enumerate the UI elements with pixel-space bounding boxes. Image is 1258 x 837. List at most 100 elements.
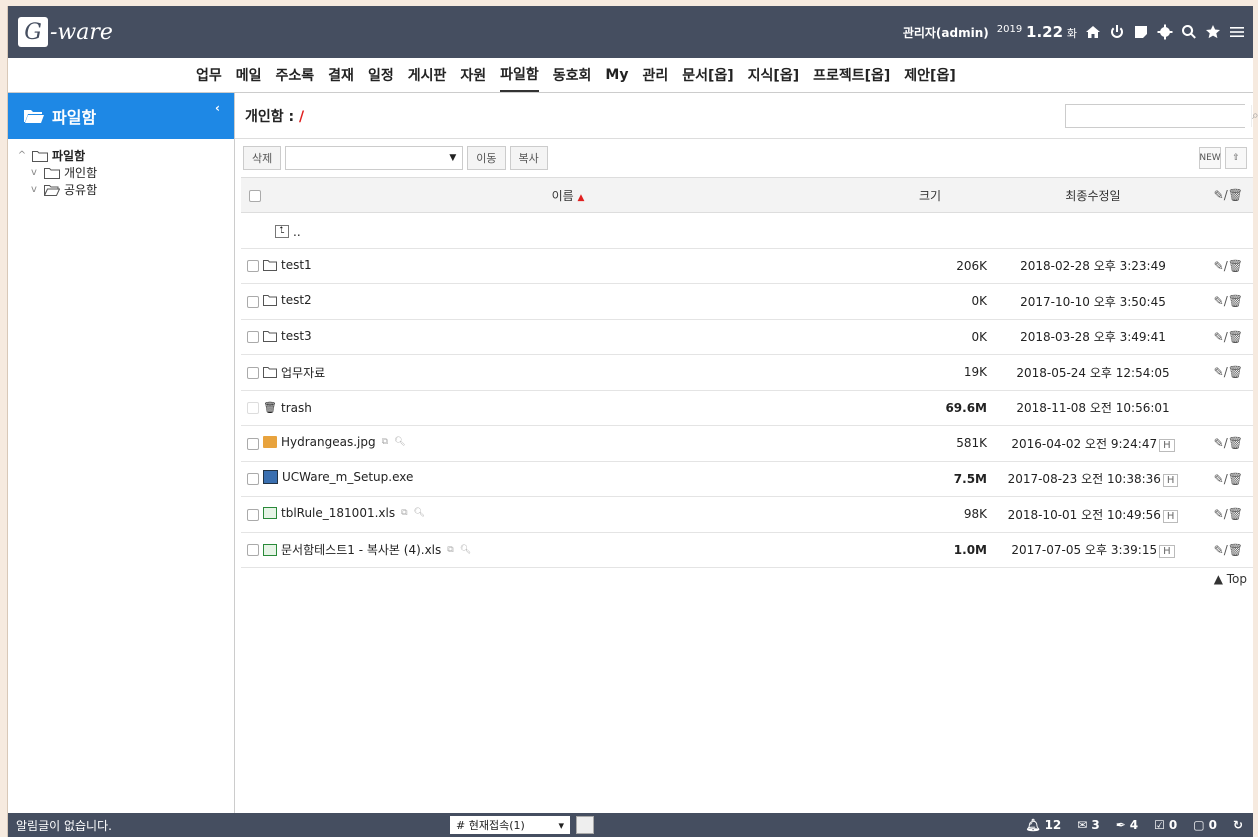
history-button[interactable]: H bbox=[1162, 509, 1179, 523]
schedule-count[interactable]: ☑ 0 bbox=[1154, 818, 1177, 832]
edit-icon[interactable]: ✎ bbox=[1214, 436, 1224, 450]
edit-icon[interactable]: ✎ bbox=[1214, 365, 1224, 379]
search-icon[interactable]: ⌕ bbox=[1251, 104, 1258, 127]
row-checkbox[interactable] bbox=[247, 402, 259, 415]
upload-icon[interactable]: ⇧ bbox=[1225, 147, 1247, 169]
menu-item-files[interactable]: 파일함 bbox=[500, 58, 539, 92]
delete-icon[interactable]: 🗑︎ bbox=[1228, 294, 1243, 308]
preview-icon[interactable]: 🔍︎ bbox=[394, 437, 405, 447]
menu-item-project[interactable]: 프로젝트[옵] bbox=[813, 59, 890, 91]
delete-icon[interactable]: 🗑︎ bbox=[1228, 259, 1243, 273]
table-row[interactable]: test2 0K 2017-10-10 오후 3:50:45 ✎/🗑︎ bbox=[241, 283, 1253, 320]
row-checkbox[interactable] bbox=[247, 331, 259, 344]
current-path[interactable]: / bbox=[299, 109, 304, 125]
delete-icon[interactable]: 🗑︎ bbox=[1228, 365, 1243, 379]
menu-item-club[interactable]: 동호회 bbox=[553, 59, 592, 91]
menu-item-docs[interactable]: 문서[옵] bbox=[682, 59, 733, 91]
column-name[interactable]: 이름 ▲ bbox=[263, 177, 873, 213]
menu-item-approval[interactable]: 결재 bbox=[328, 59, 354, 91]
tree-root[interactable]: ^ 파일함 bbox=[16, 147, 226, 164]
collapse-sidebar-icon[interactable]: ‹ bbox=[215, 101, 220, 115]
row-checkbox[interactable] bbox=[247, 295, 259, 308]
menu-item-resource[interactable]: 자원 bbox=[460, 59, 486, 91]
row-checkbox[interactable] bbox=[247, 473, 259, 486]
table-row[interactable]: test3 0K 2018-03-28 오후 3:49:41 ✎/🗑︎ bbox=[241, 319, 1253, 355]
row-checkbox[interactable] bbox=[247, 508, 259, 521]
search-icon[interactable] bbox=[1181, 24, 1197, 40]
delete-icon[interactable]: 🗑︎ bbox=[1228, 543, 1243, 557]
home-icon[interactable] bbox=[1085, 24, 1101, 40]
copy-link-icon[interactable]: ⧉ bbox=[447, 545, 453, 555]
menu-item-proposal[interactable]: 제안[옵] bbox=[904, 59, 955, 91]
column-modified[interactable]: 최종수정일 bbox=[993, 177, 1193, 213]
menu-item-my[interactable]: My bbox=[605, 61, 628, 89]
table-row[interactable]: Hydrangeas.jpg ⧉ 🔍︎ 581K 2016-04-02 오전 9:24:… bbox=[241, 425, 1253, 462]
menu-item-board[interactable]: 게시판 bbox=[408, 59, 447, 91]
menu-item-schedule[interactable]: 일정 bbox=[368, 59, 394, 91]
chevron-up-icon[interactable]: ^ bbox=[16, 150, 28, 161]
chevron-down-icon[interactable]: v bbox=[28, 184, 40, 195]
edit-icon[interactable]: ✎ bbox=[1214, 259, 1224, 273]
row-checkbox[interactable] bbox=[247, 437, 259, 450]
alerts-count[interactable]: 🔔︎ 12 bbox=[1025, 818, 1061, 832]
star-icon[interactable] bbox=[1205, 24, 1221, 40]
delete-icon[interactable]: 🗑︎ bbox=[1228, 507, 1243, 521]
file-name[interactable]: Hydrangeas.jpg bbox=[281, 435, 376, 449]
select-all-checkbox[interactable] bbox=[249, 189, 261, 202]
messages-count[interactable]: ▢ 0 bbox=[1193, 818, 1217, 832]
table-row[interactable]: 업무자료 19K 2018-05-24 오후 12:54:05 ✎/🗑︎ bbox=[241, 354, 1253, 391]
table-row[interactable]: 문서함테스트1 - 복사본 (4).xls ⧉ 🔍︎ 1.0M 2017-07-05 오… bbox=[241, 532, 1253, 568]
row-checkbox[interactable] bbox=[247, 544, 259, 557]
file-name[interactable]: test2 bbox=[281, 293, 312, 307]
table-row[interactable]: test1 206K 2018-02-28 오후 3:23:49 ✎/🗑︎ bbox=[241, 248, 1253, 284]
row-checkbox[interactable] bbox=[247, 260, 259, 273]
delete-icon[interactable]: 🗑︎ bbox=[1228, 330, 1243, 344]
new-folder-icon[interactable]: NEW bbox=[1199, 147, 1221, 169]
mail-count[interactable]: ✉ 3 bbox=[1077, 818, 1099, 832]
power-icon[interactable] bbox=[1109, 24, 1125, 40]
file-name[interactable]: test3 bbox=[281, 329, 312, 343]
preview-icon[interactable]: 🔍︎ bbox=[414, 508, 425, 518]
menu-item-knowledge[interactable]: 지식[옵] bbox=[748, 59, 799, 91]
move-button[interactable]: 이동 bbox=[467, 146, 506, 170]
parent-folder-row[interactable]: ⮤.. bbox=[241, 212, 1253, 249]
history-button[interactable]: H bbox=[1162, 474, 1179, 488]
tree-item-shared[interactable]: v 공유함 bbox=[16, 181, 226, 198]
file-name[interactable]: trash bbox=[281, 401, 312, 415]
column-size[interactable]: 크기 bbox=[873, 177, 993, 213]
scroll-top-link[interactable]: ▲ Top bbox=[1214, 572, 1247, 586]
edit-icon[interactable]: ✎ bbox=[1214, 507, 1224, 521]
delete-icon[interactable]: 🗑︎ bbox=[1228, 472, 1243, 486]
gear-icon[interactable] bbox=[1157, 24, 1173, 40]
file-name[interactable]: test1 bbox=[281, 258, 312, 272]
chevron-down-icon[interactable]: v bbox=[28, 167, 40, 178]
delete-icon[interactable]: 🗑︎ bbox=[1228, 436, 1243, 450]
menu-item-address[interactable]: 주소록 bbox=[276, 59, 315, 91]
table-row[interactable]: 🗑︎ trash 69.6M 2018-11-08 오전 10:56:01 bbox=[241, 390, 1253, 426]
tree-item-personal[interactable]: v 개인함 bbox=[16, 164, 226, 181]
history-button[interactable]: H bbox=[1159, 545, 1175, 559]
menu-item-work[interactable]: 업무 bbox=[196, 59, 222, 91]
edit-icon[interactable] bbox=[576, 816, 594, 834]
table-row[interactable]: UCWare_m_Setup.exe 7.5M 2017-08-23 오전 10:3… bbox=[241, 461, 1253, 497]
edit-icon[interactable]: ✎ bbox=[1214, 472, 1224, 486]
edit-icon[interactable]: ✎ bbox=[1214, 330, 1224, 344]
edit-icon[interactable]: ✎ bbox=[1214, 543, 1224, 557]
target-folder-select[interactable]: ▼ bbox=[285, 146, 464, 170]
copy-button[interactable]: 복사 bbox=[509, 146, 548, 170]
search-input[interactable] bbox=[1066, 104, 1251, 127]
memo-icon[interactable] bbox=[1133, 24, 1149, 40]
copy-link-icon[interactable]: ⧉ bbox=[401, 508, 407, 518]
user-name[interactable]: 관리자(admin) bbox=[903, 24, 989, 41]
file-name[interactable]: 업무자료 bbox=[281, 364, 325, 381]
table-row[interactable]: tblRule_181001.xls ⧉ 🔍︎ 98K 2018-10-01 오전 10… bbox=[241, 496, 1253, 533]
menu-item-admin[interactable]: 관리 bbox=[642, 59, 668, 91]
approvals-count[interactable]: ✒ 4 bbox=[1116, 818, 1138, 832]
file-name[interactable]: 문서함테스트1 - 복사본 (4).xls bbox=[281, 541, 441, 558]
delete-button[interactable]: 삭제 bbox=[243, 146, 282, 170]
menu-item-mail[interactable]: 메일 bbox=[236, 59, 262, 91]
menu-icon[interactable] bbox=[1229, 24, 1245, 40]
row-checkbox[interactable] bbox=[247, 366, 259, 379]
copy-link-icon[interactable]: ⧉ bbox=[382, 437, 388, 447]
edit-icon[interactable]: ✎ bbox=[1214, 294, 1224, 308]
